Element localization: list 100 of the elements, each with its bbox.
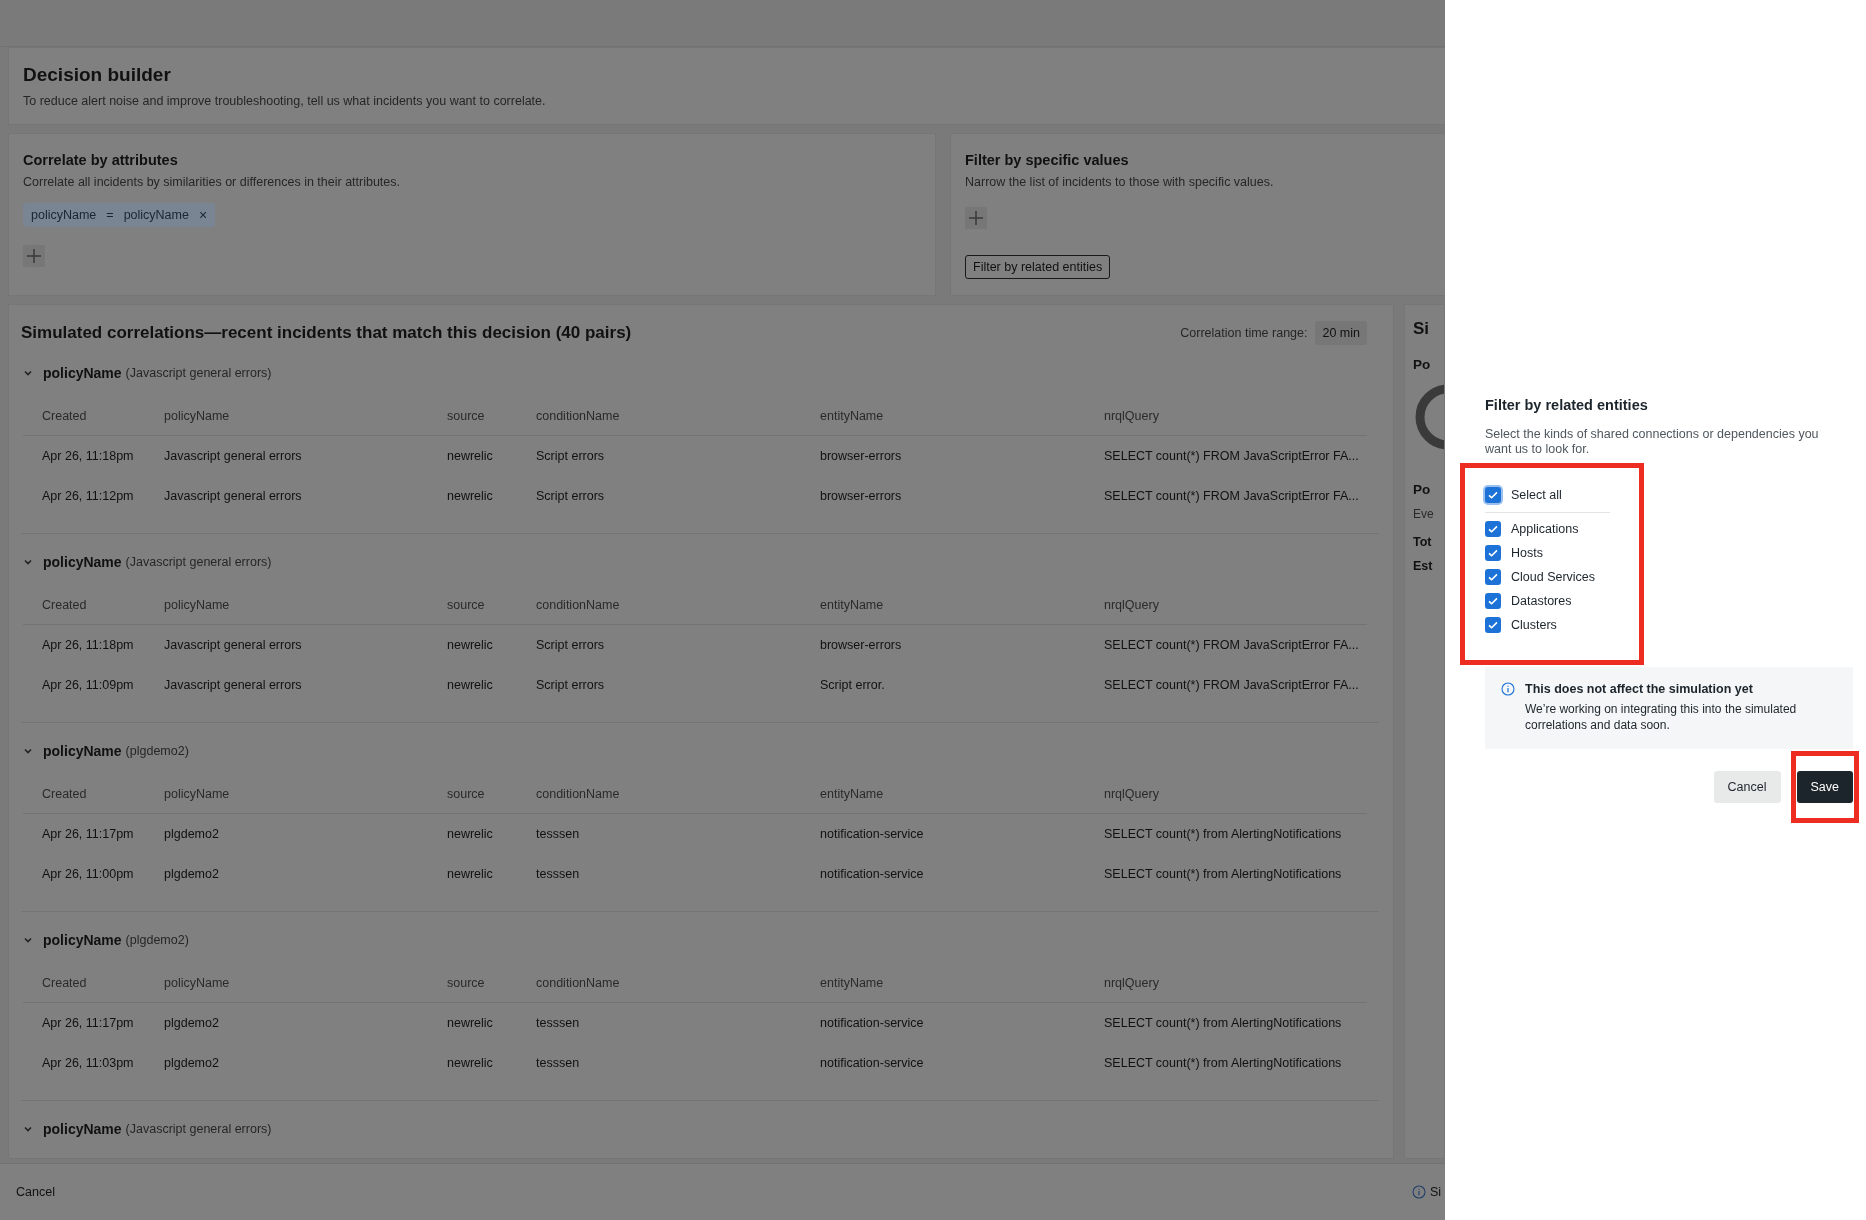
table-cell-text: newrelic: [447, 678, 494, 692]
group-value: (Javascript general errors): [125, 366, 272, 380]
column-header: entityName: [820, 787, 885, 801]
column-header: Created: [42, 787, 88, 801]
page-title: Decision builder: [23, 64, 172, 86]
table-cell-text: tesssen: [536, 867, 581, 881]
column-header: nrqlQuery: [1104, 976, 1160, 990]
section-title: Correlate by attributes: [23, 152, 179, 168]
column-header: entityName: [820, 409, 885, 423]
column-header: entityName: [820, 976, 885, 990]
column-header: policyName: [164, 787, 231, 801]
table-cell-text: Javascript general errors: [164, 678, 303, 692]
table-cell-text: plgdemo2: [164, 1056, 220, 1070]
table-cell-text: notification-service: [820, 1056, 925, 1070]
table-cell-text: Javascript general errors: [164, 638, 303, 652]
table-cell-text: SELECT count(*) FROM JavaScriptError FA...: [1104, 638, 1360, 652]
table-cell-text: SELECT count(*) FROM JavaScriptError FA...: [1104, 678, 1360, 692]
plus-icon: [966, 208, 986, 228]
table-cell-text: Apr 26, 11:12pm: [42, 489, 135, 503]
table-cell-text: Script error.: [820, 678, 886, 692]
checkbox[interactable]: [1485, 487, 1501, 503]
cancel-button[interactable]: Cancel: [16, 1185, 1412, 1199]
column-header: conditionName: [536, 787, 621, 801]
checkbox-option[interactable]: Cloud Services: [1485, 565, 1596, 589]
table-cell-text: Apr 26, 11:17pm: [42, 1016, 135, 1030]
panel-heading: Po: [1413, 357, 1432, 372]
column-header: source: [447, 787, 486, 801]
table-cell-text: plgdemo2: [164, 867, 220, 881]
cancel-button[interactable]: Cancel: [1713, 771, 1781, 803]
table-cell-text: plgdemo2: [164, 1016, 220, 1030]
table-cell-text: newrelic: [447, 489, 494, 503]
table-cell-text: newrelic: [447, 449, 494, 463]
attribute-chip[interactable]: policyName = policyName ×: [23, 203, 216, 227]
column-header: conditionName: [536, 409, 621, 423]
column-header: entityName: [820, 598, 885, 612]
table-cell-text: tesssen: [536, 827, 581, 841]
table-cell-text: Apr 26, 11:18pm: [42, 449, 135, 463]
table-cell-text: newrelic: [447, 1016, 494, 1030]
table-cell-text: plgdemo2: [164, 827, 220, 841]
add-attribute-button[interactable]: [23, 245, 45, 267]
checkbox-option[interactable]: Select all: [1485, 483, 1562, 507]
chip-label: policyName: [123, 208, 189, 222]
checkbox[interactable]: [1485, 569, 1501, 585]
time-range-value[interactable]: 20 min: [1315, 321, 1367, 345]
simulation-title: Simulated correlations—recent incidents that match this decision (40 pairs): [21, 323, 633, 343]
column-header: nrqlQuery: [1104, 598, 1160, 612]
group-value: (Javascript general errors): [125, 555, 272, 569]
chip-label: policyName: [31, 208, 97, 222]
column-header: source: [447, 598, 486, 612]
drawer-description: Select the kinds of shared connections or dependencies you want us to look for.: [1485, 427, 1820, 457]
table-cell-text: Apr 26, 11:03pm: [42, 1056, 135, 1070]
panel-caption: Eve: [1413, 507, 1435, 521]
table-cell-text: SELECT count(*) FROM JavaScriptError FA...: [1104, 489, 1360, 503]
time-range-label: Correlation time range:: [1180, 326, 1308, 340]
checkbox[interactable]: [1485, 593, 1501, 609]
table-cell-text: Javascript general errors: [164, 449, 303, 463]
checkbox-option[interactable]: Applications: [1485, 517, 1579, 541]
table-cell-text: browser-errors: [820, 489, 903, 503]
table-cell-text: Apr 26, 11:00pm: [42, 867, 135, 881]
section-title: Filter by specific values: [965, 152, 1130, 168]
remove-chip-button[interactable]: ×: [198, 207, 208, 223]
table-cell-text: SELECT count(*) FROM JavaScriptError FA...: [1104, 449, 1360, 463]
table-cell-text: newrelic: [447, 638, 494, 652]
table-cell-text: notification-service: [820, 827, 925, 841]
column-header: source: [447, 976, 486, 990]
checkbox-option[interactable]: Clusters: [1485, 613, 1557, 637]
checkbox-option[interactable]: Datastores: [1485, 589, 1572, 613]
column-header: conditionName: [536, 598, 621, 612]
save-button[interactable]: Save: [1796, 771, 1853, 803]
group-attribute: policyName: [43, 1121, 122, 1137]
column-header: Created: [42, 976, 88, 990]
info-icon: [1501, 682, 1515, 696]
section-description: Correlate all incidents by similarities or differences in their attributes.: [23, 175, 401, 189]
checkbox[interactable]: [1485, 521, 1501, 537]
table-cell-text: Apr 26, 11:18pm: [42, 638, 135, 652]
checkbox[interactable]: [1485, 545, 1501, 561]
notice-text: We’re working on integrating this into the simulated correlations and data soon.: [1525, 701, 1798, 733]
panel-title: Si: [1413, 319, 1431, 339]
column-header: policyName: [164, 409, 231, 423]
column-header: source: [447, 409, 486, 423]
table-cell-text: Apr 26, 11:17pm: [42, 827, 135, 841]
table-cell-text: Apr 26, 11:09pm: [42, 678, 135, 692]
table-cell-text: newrelic: [447, 867, 494, 881]
footer-info: Si: [1430, 1185, 1442, 1199]
group-value: (plgdemo2): [125, 744, 189, 758]
group-attribute: policyName: [43, 932, 122, 948]
column-header: Created: [42, 409, 88, 423]
table-cell-text: browser-errors: [820, 638, 903, 652]
add-filter-button[interactable]: [965, 207, 987, 229]
table-cell-text: tesssen: [536, 1056, 581, 1070]
plus-icon: [24, 246, 44, 266]
table-cell-text: Javascript general errors: [164, 489, 303, 503]
checkbox[interactable]: [1485, 617, 1501, 633]
table-cell-text: Script errors: [536, 489, 606, 503]
filter-related-button[interactable]: Filter by related entities: [965, 255, 1111, 279]
column-header: nrqlQuery: [1104, 409, 1160, 423]
checkbox-option[interactable]: Hosts: [1485, 541, 1543, 565]
table-cell-text: Script errors: [536, 638, 606, 652]
table-cell-text: browser-errors: [820, 449, 903, 463]
table-cell-text: notification-service: [820, 867, 925, 881]
